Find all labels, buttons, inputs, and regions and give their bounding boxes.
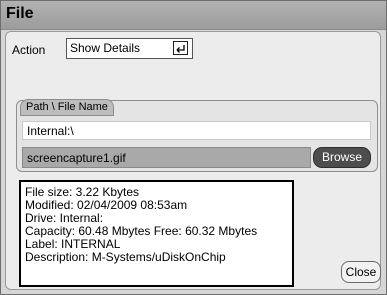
browse-button[interactable]: Browse [313,147,371,168]
action-select[interactable]: Show Details [66,38,193,59]
file-name-field[interactable]: screencapture1.gif [22,147,311,168]
path-value: Internal:\ [27,124,74,138]
enter-return-icon[interactable] [173,41,188,55]
action-label: Action [12,43,46,57]
description-text: Description: M-Systems/uDiskOnChip [25,250,226,264]
dialog-title: File [6,5,34,22]
action-select-value: Show Details [70,41,141,55]
file-dialog: File Action Show Details Path \ File Nam… [0,0,387,295]
path-group-label: Path \ File Name [20,99,114,116]
file-name-value: screencapture1.gif [27,151,126,165]
title-bar: File [1,1,386,30]
close-button[interactable]: Close [341,261,381,283]
file-details-box: File size: 3.22 Kbytes Modified: 02/04/2… [19,180,294,287]
path-file-name-group: Path \ File Name Internal:\ screencaptur… [16,99,378,172]
path-field[interactable]: Internal:\ [22,121,371,140]
dialog-body: Action Show Details Path \ File Name Int… [5,31,381,290]
